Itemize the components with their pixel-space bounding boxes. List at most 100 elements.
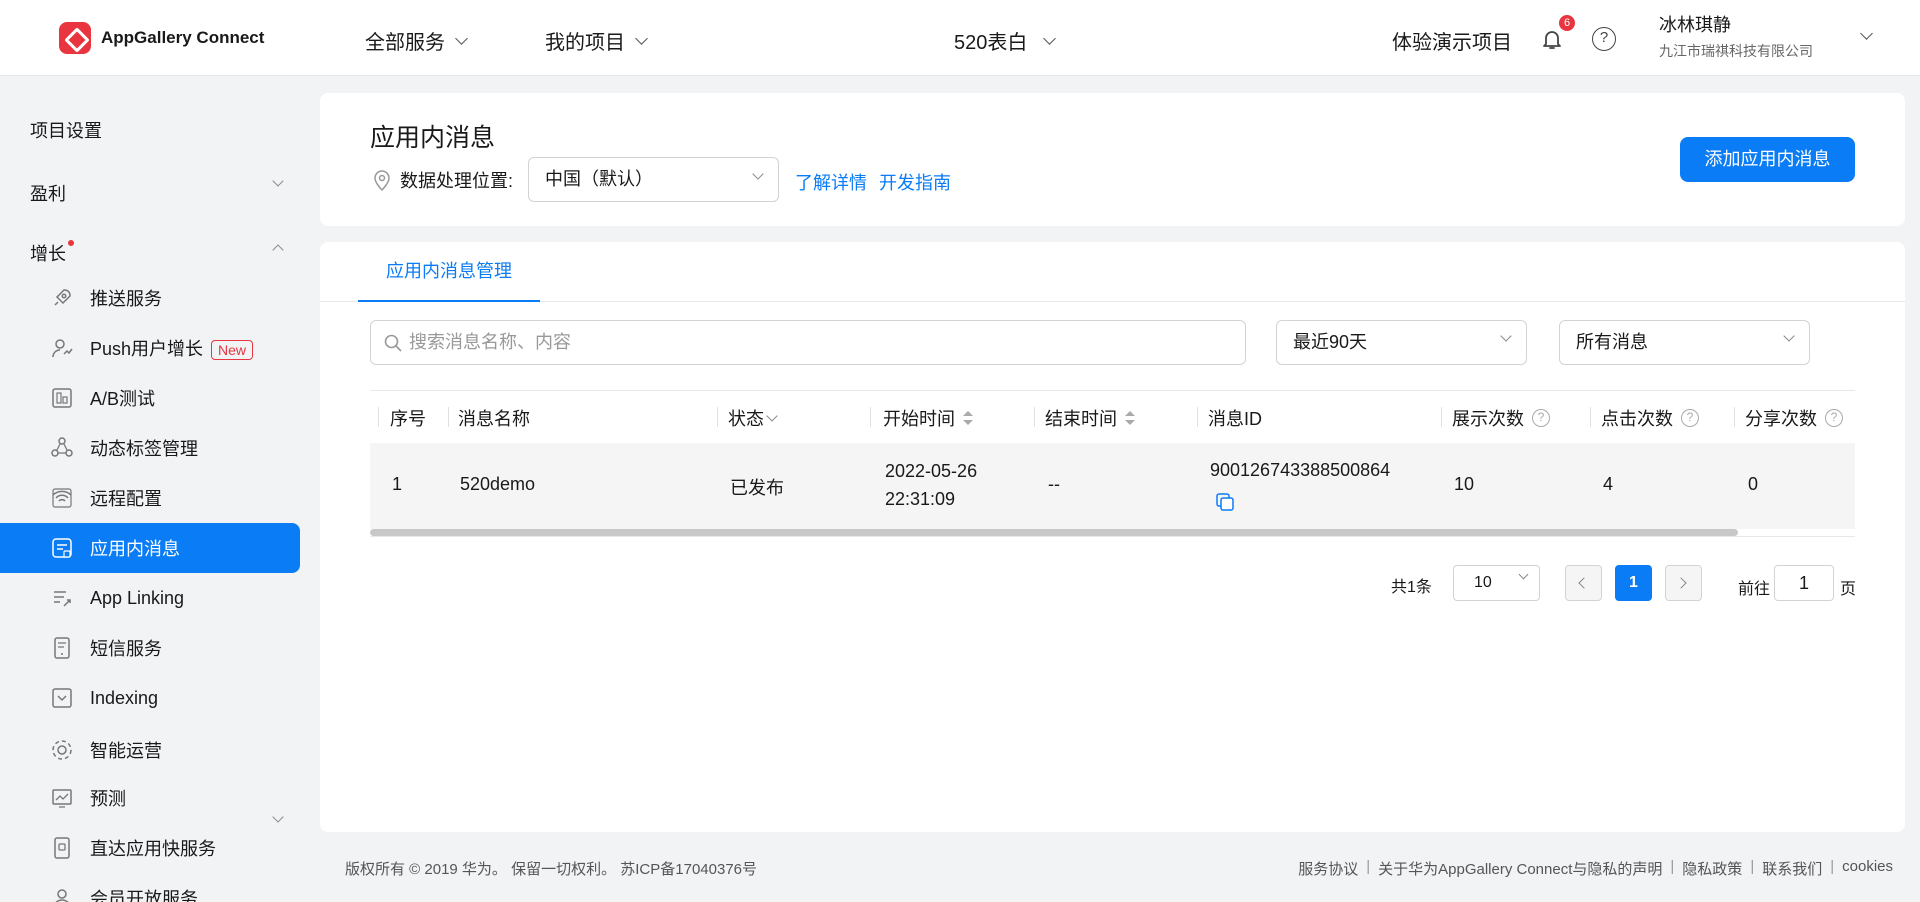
- goto-page-input[interactable]: 1: [1774, 565, 1834, 601]
- sidebar-item-project-settings[interactable]: 项目设置: [30, 117, 102, 143]
- sidebar-item-monetize[interactable]: 盈利: [30, 180, 66, 206]
- sidebar-item-label: Push用户增长 New: [90, 335, 254, 361]
- goto-prefix: 前往: [1738, 581, 1771, 598]
- learn-more-link[interactable]: 了解详情: [795, 169, 867, 195]
- help-icon[interactable]: ?: [1592, 27, 1616, 51]
- link-icon: [54, 591, 71, 607]
- logo[interactable]: AppGallery Connect: [59, 22, 264, 54]
- all-services-menu[interactable]: 全部服务: [365, 26, 468, 55]
- user-growth-icon: [52, 339, 73, 358]
- question-mark-icon[interactable]: ?: [1681, 409, 1699, 427]
- column-divider: [1590, 407, 1591, 427]
- sidebar-item-dynamic-tags[interactable]: 动态标签管理: [0, 423, 300, 473]
- sidebar-item-remote-config[interactable]: 远程配置: [0, 473, 300, 523]
- page-header-card: 应用内消息 数据处理位置: 中国（默认） 了解详情 开发指南 添加应用内消息: [320, 93, 1905, 226]
- sidebar-item-member[interactable]: 会员开放服务: [0, 873, 300, 902]
- column-divider: [1034, 407, 1035, 427]
- chevron-up-icon[interactable]: [272, 244, 284, 256]
- sidebar-item-in-app-message[interactable]: 应用内消息: [0, 523, 300, 573]
- user-menu-chevron-icon[interactable]: [1860, 27, 1873, 40]
- column-header-status[interactable]: 状态: [728, 405, 778, 431]
- sidebar-item-label: 增长: [30, 244, 66, 264]
- current-page-button[interactable]: 1: [1615, 565, 1652, 601]
- page-size-select[interactable]: 10: [1453, 565, 1540, 601]
- location-label: 数据处理位置:: [372, 167, 513, 193]
- tab-bar: 应用内消息管理: [320, 242, 1905, 302]
- column-header-end-time[interactable]: 结束时间: [1045, 405, 1135, 431]
- user-org: 九江市瑞祺科技有限公司: [1659, 43, 1813, 59]
- sidebar-item-ab-test[interactable]: A/B测试: [0, 373, 300, 423]
- column-divider: [448, 407, 449, 427]
- goto-suffix: 页: [1840, 581, 1857, 598]
- chevron-down-icon: [766, 409, 778, 422]
- search-input[interactable]: [409, 321, 1229, 364]
- footer-link-privacy-statement[interactable]: 关于华为AppGallery Connect与隐私的声明: [1378, 858, 1662, 879]
- chevron-left-icon: [1578, 577, 1590, 589]
- sidebar-item-label: 预测: [90, 789, 126, 809]
- new-dot-indicator: [68, 240, 74, 246]
- sort-icon: [963, 411, 973, 425]
- sidebar-item-app-linking[interactable]: App Linking: [0, 573, 300, 623]
- tab-message-management[interactable]: 应用内消息管理: [358, 242, 540, 302]
- sidebar-item-sms[interactable]: 短信服务: [0, 623, 300, 673]
- column-header-shares: 分享次数?: [1745, 405, 1843, 431]
- column-header-start-time[interactable]: 开始时间: [883, 405, 973, 431]
- sidebar-item-forecast[interactable]: 预测: [0, 773, 300, 823]
- app-name: AppGallery Connect: [101, 28, 265, 47]
- question-mark-icon[interactable]: ?: [1532, 409, 1550, 427]
- chevron-down-icon: [1500, 330, 1512, 342]
- rocket-icon: [54, 289, 71, 306]
- chevron-down-icon: [1518, 569, 1529, 580]
- chevron-down-icon[interactable]: [272, 175, 284, 187]
- horizontal-scrollbar[interactable]: [370, 529, 1855, 537]
- footer-link-cookies[interactable]: cookies: [1842, 858, 1893, 879]
- sidebar: 项目设置 盈利 增长 推送服务 Push用户增长 New A/B测试 动态标签管理…: [0, 77, 300, 902]
- user-name[interactable]: 冰林琪静: [1659, 11, 1731, 37]
- cell-shares: 0: [1748, 474, 1759, 494]
- search-box[interactable]: [370, 320, 1246, 365]
- copy-icon[interactable]: [1215, 492, 1235, 512]
- sidebar-item-label: 远程配置: [90, 489, 162, 509]
- project-selector[interactable]: 520表白: [954, 26, 1057, 55]
- table-row[interactable]: 1 520demo 已发布 2022-05-26 22:31:09 -- 900…: [370, 443, 1855, 529]
- sidebar-item-quick-service[interactable]: 直达应用快服务: [0, 823, 300, 873]
- add-in-app-message-button[interactable]: 添加应用内消息: [1680, 137, 1855, 182]
- tag-nodes-icon: [51, 437, 73, 457]
- column-header-label: 分享次数: [1745, 409, 1817, 429]
- column-divider: [378, 407, 379, 427]
- demo-project-label: 体验演示项目: [1392, 32, 1512, 54]
- sidebar-item-growth[interactable]: 增长: [30, 240, 74, 266]
- next-page-button[interactable]: [1665, 565, 1702, 601]
- sidebar-item-push[interactable]: 推送服务: [0, 273, 300, 323]
- message-type-select[interactable]: 所有消息: [1559, 320, 1810, 365]
- column-header-clicks: 点击次数?: [1601, 405, 1699, 431]
- sidebar-item-smart-ops[interactable]: 智能运营: [0, 725, 300, 775]
- demo-project-link[interactable]: 体验演示项目: [1392, 26, 1512, 55]
- footer-link-privacy-policy[interactable]: 隐私政策: [1682, 858, 1742, 879]
- scrollbar-thumb[interactable]: [370, 529, 1738, 536]
- footer-link-terms[interactable]: 服务协议: [1298, 858, 1358, 879]
- search-icon: [384, 334, 402, 352]
- sidebar-item-indexing[interactable]: Indexing: [0, 673, 300, 723]
- footer-separator: |: [1830, 858, 1835, 875]
- prev-page-button[interactable]: [1565, 565, 1602, 601]
- footer-link-contact[interactable]: 联系我们: [1762, 858, 1822, 879]
- date-range-select[interactable]: 最近90天: [1276, 320, 1527, 365]
- top-bar: AppGallery Connect 全部服务 我的项目 520表白 体验演示项…: [0, 0, 1920, 76]
- bell-icon[interactable]: [1540, 27, 1564, 51]
- column-divider: [717, 407, 718, 427]
- cell-views: 10: [1454, 474, 1475, 494]
- column-divider: [870, 407, 871, 427]
- location-select[interactable]: 中国（默认）: [528, 157, 779, 202]
- remote-config-icon: [52, 488, 72, 508]
- location-pin-icon: [374, 170, 390, 192]
- dev-guide-link[interactable]: 开发指南: [879, 169, 951, 195]
- sidebar-item-push-growth[interactable]: Push用户增长 New: [0, 323, 300, 373]
- message-management-card: 应用内消息管理 最近90天 所有消息 序号 消息名称 状态 开始时间 结束时间 …: [320, 242, 1905, 832]
- cell-status: 已发布: [730, 478, 784, 498]
- my-projects-menu[interactable]: 我的项目: [545, 26, 648, 55]
- new-tag: New: [211, 340, 254, 360]
- footer-separator: |: [1670, 858, 1675, 875]
- question-mark-icon[interactable]: ?: [1825, 409, 1843, 427]
- cell-end-time: --: [1048, 474, 1060, 494]
